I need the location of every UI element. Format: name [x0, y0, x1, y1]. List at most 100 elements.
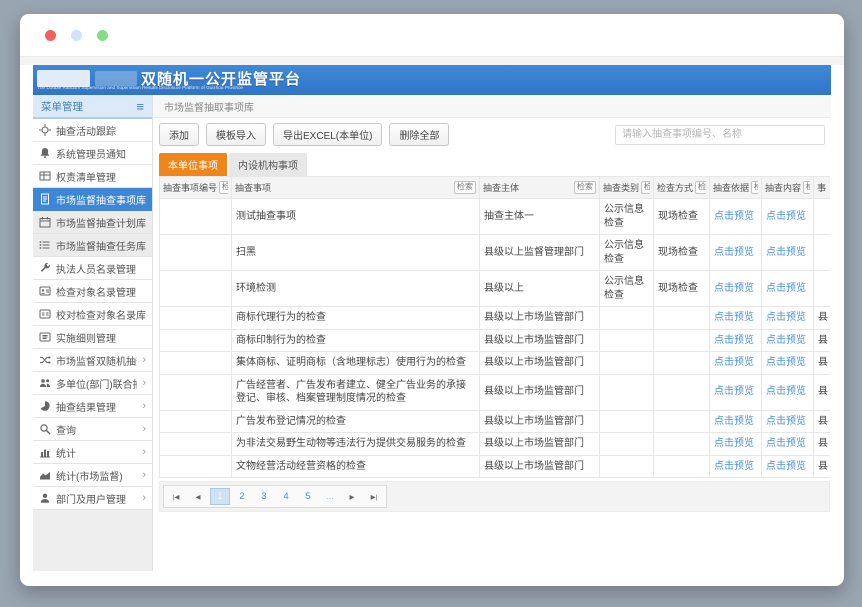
tab-own-unit-items[interactable]: 本单位事项	[159, 153, 227, 176]
hamburger-icon[interactable]: ≡	[136, 100, 144, 113]
cell-item-number	[160, 374, 232, 410]
col-header-category: 抽查类别 检索	[600, 177, 654, 199]
col-header-item: 抽查事项 检索	[232, 177, 480, 199]
cell-truncated: 县	[814, 374, 831, 410]
preview-basis-link[interactable]: 点击预览	[714, 283, 754, 294]
calendar-icon	[39, 216, 51, 228]
preview-basis-link[interactable]: 点击预览	[714, 416, 754, 427]
preview-content-link[interactable]: 点击预览	[766, 438, 806, 449]
chevron-right-icon: ›	[142, 493, 146, 504]
preview-basis-link[interactable]: 点击预览	[714, 247, 754, 258]
preview-content-link[interactable]: 点击预览	[766, 416, 806, 427]
search-icon	[39, 423, 51, 435]
cell-category: 公示信息检查	[600, 271, 654, 307]
next-page-button[interactable]: ▶	[342, 488, 362, 505]
page-number-button[interactable]: 3	[254, 488, 274, 505]
preview-content-link[interactable]: 点击预览	[766, 335, 806, 346]
sidebar-item[interactable]: 市场监督抽查事项库	[33, 188, 152, 211]
chevron-right-icon: ›	[142, 378, 146, 389]
previous-page-button[interactable]: ◀	[188, 488, 208, 505]
cell-basis: 点击预览	[710, 307, 762, 330]
preview-content-link[interactable]: 点击预览	[766, 312, 806, 323]
sidebar-item[interactable]: 校对检查对象名录库	[33, 303, 152, 326]
export-excel-button[interactable]: 导出EXCEL(本单位)	[273, 123, 382, 146]
cell-content: 点击预览	[762, 374, 814, 410]
maximize-window-dot[interactable]	[97, 30, 108, 41]
sidebar-item[interactable]: 统计(市场监督) ›	[33, 464, 152, 487]
search-input[interactable]	[615, 125, 825, 145]
first-page-button[interactable]: |◀	[166, 488, 186, 505]
cell-item: 集体商标、证明商标（含地理标志）使用行为的检查	[232, 352, 480, 375]
preview-basis-link[interactable]: 点击预览	[714, 461, 754, 472]
cell-item: 广告发布登记情况的检查	[232, 410, 480, 433]
cell-item-number	[160, 199, 232, 235]
search-column-button[interactable]: 检索	[574, 181, 596, 193]
preview-basis-link[interactable]: 点击预览	[714, 357, 754, 368]
col-header-subject: 抽查主体 检索	[480, 177, 600, 199]
cell-subject: 抽查主体一	[480, 199, 600, 235]
sidebar-item[interactable]: 市场监督双随机抽查 ›	[33, 349, 152, 372]
preview-content-link[interactable]: 点击预览	[766, 211, 806, 222]
sidebar-item[interactable]: 市场监督抽查计划库	[33, 211, 152, 234]
search-column-button[interactable]: 检索	[219, 181, 228, 193]
sidebar-item[interactable]: 多单位(部门)联合抽查 ›	[33, 372, 152, 395]
col-header-truncated: 事	[814, 177, 831, 199]
cell-subject: 县级以上市场监管部门	[480, 433, 600, 456]
table-row: 测试抽查事项 抽查主体一 公示信息检查 现场检查 点击预览 点击预览	[160, 199, 831, 235]
cell-content: 点击预览	[762, 433, 814, 456]
users-icon	[39, 377, 51, 389]
page-number-button[interactable]: 5	[298, 488, 318, 505]
page-number-button[interactable]: 4	[276, 488, 296, 505]
sidebar-item[interactable]: 市场监督抽查任务库	[33, 234, 152, 257]
desktop-background: 双随机一公开监管平台 The Double Random Supervision…	[0, 0, 862, 607]
sidebar-title: 菜单管理	[41, 99, 83, 114]
search-column-button[interactable]: 检索	[751, 181, 758, 193]
sidebar-item[interactable]: 实施细则管理	[33, 326, 152, 349]
search-column-button[interactable]: 检索	[695, 181, 706, 193]
preview-basis-link[interactable]: 点击预览	[714, 211, 754, 222]
cell-subject: 县级以上市场监管部门	[480, 307, 600, 330]
sidebar-item[interactable]: 抽查结果管理 ›	[33, 395, 152, 418]
sidebar-item[interactable]: 系统管理员通知	[33, 142, 152, 165]
preview-basis-link[interactable]: 点击预览	[714, 335, 754, 346]
preview-content-link[interactable]: 点击预览	[766, 386, 806, 397]
template-import-button[interactable]: 模板导入	[206, 123, 266, 146]
cell-subject: 县级以上监督管理部门	[480, 235, 600, 271]
search-column-button[interactable]: 检索	[803, 181, 810, 193]
tab-internal-org-items[interactable]: 内设机构事项	[229, 153, 307, 176]
close-window-dot[interactable]	[45, 30, 56, 41]
table-row: 集体商标、证明商标（含地理标志）使用行为的检查 县级以上市场监管部门 点击预览 …	[160, 352, 831, 375]
cell-item-number	[160, 329, 232, 352]
cell-method	[654, 433, 710, 456]
cell-category	[600, 433, 654, 456]
last-page-button[interactable]: ▶|	[364, 488, 384, 505]
preview-basis-link[interactable]: 点击预览	[714, 312, 754, 323]
sidebar-item[interactable]: 查询 ›	[33, 418, 152, 441]
preview-content-link[interactable]: 点击预览	[766, 357, 806, 368]
search-column-button[interactable]: 检索	[641, 181, 650, 193]
add-button[interactable]: 添加	[159, 123, 199, 146]
delete-all-button[interactable]: 删除全部	[389, 123, 449, 146]
crosshair-icon	[39, 124, 51, 136]
minimize-window-dot[interactable]	[71, 30, 82, 41]
sidebar-item[interactable]: 抽查活动跟踪	[33, 119, 152, 142]
preview-content-link[interactable]: 点击预览	[766, 247, 806, 258]
page-number-button[interactable]: 2	[232, 488, 252, 505]
page-number-button[interactable]: 1	[210, 488, 230, 505]
sidebar-item[interactable]: 部门及用户管理 ›	[33, 487, 152, 510]
preview-content-link[interactable]: 点击预览	[766, 283, 806, 294]
sidebar-item[interactable]: 统计 ›	[33, 441, 152, 464]
table-row: 为非法交易野生动物等违法行为提供交易服务的检查 县级以上市场监管部门 点击预览 …	[160, 433, 831, 456]
cell-subject: 县级以上市场监管部门	[480, 410, 600, 433]
search-column-button[interactable]: 检索	[454, 181, 476, 193]
preview-basis-link[interactable]: 点击预览	[714, 438, 754, 449]
cell-method	[654, 307, 710, 330]
sidebar-item[interactable]: 检查对象名录管理	[33, 280, 152, 303]
sidebar-item[interactable]: 执法人员名录管理	[33, 257, 152, 280]
preview-content-link[interactable]: 点击预览	[766, 461, 806, 472]
chevron-right-icon: ›	[142, 470, 146, 481]
cell-basis: 点击预览	[710, 329, 762, 352]
cell-item: 扫黑	[232, 235, 480, 271]
sidebar-item[interactable]: 权责清单管理	[33, 165, 152, 188]
preview-basis-link[interactable]: 点击预览	[714, 386, 754, 397]
